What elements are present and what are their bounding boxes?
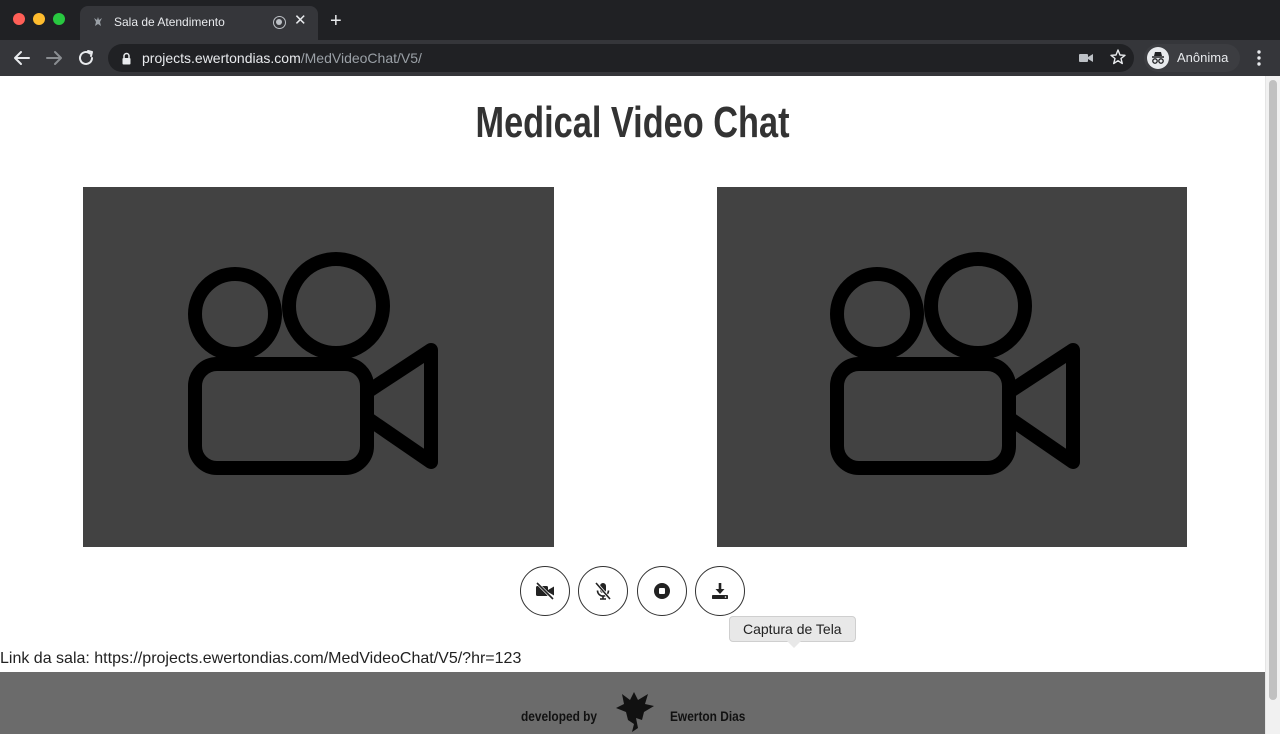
url-path: /MedVideoChat/V5/ [300,50,422,66]
lock-icon [122,52,131,65]
footer-author: Ewerton Dias [670,708,746,724]
toggle-microphone-button[interactable] [578,566,628,616]
footer-developed-by: developed by [521,708,598,724]
new-tab-button[interactable]: + [330,10,342,32]
browser-menu-icon[interactable] [1253,49,1265,67]
incognito-profile-button[interactable]: Anônima [1144,44,1240,72]
incognito-icon [1147,47,1169,69]
room-link-url[interactable]: https://projects.ewertondias.com/MedVide… [94,650,521,667]
footer: developed by Ewerton Dias [0,672,1265,734]
scrollbar-thumb[interactable] [1269,80,1277,700]
window-close-button[interactable] [13,13,25,25]
room-link: Link da sala: https://projects.ewertondi… [0,650,521,668]
profile-label: Anônima [1177,50,1229,65]
screenshot-tooltip: Captura de Tela [729,616,856,642]
tooltip-arrow [787,641,801,648]
video-camera-placeholder-icon [830,252,1080,475]
url-host: projects.ewertondias.com [142,50,301,66]
address-bar[interactable]: projects.ewertondias.com/MedVideoChat/V5… [108,44,1134,72]
url-text: projects.ewertondias.com/MedVideoChat/V5… [142,50,422,66]
room-link-label: Link da sala: [0,650,95,667]
page-scrollbar[interactable] [1265,76,1280,734]
back-arrow-icon[interactable] [11,47,33,69]
window-zoom-button[interactable] [53,13,65,25]
tab-close-button[interactable]: ✕ [294,12,307,30]
page-title: Medical Video Chat [475,98,790,147]
video-off-icon [535,581,555,601]
download-recording-button[interactable] [695,566,745,616]
dragon-favicon-icon [94,17,102,26]
stop-icon [654,583,670,599]
window-minimize-button[interactable] [33,13,45,25]
video-camera-placeholder-icon [188,252,438,475]
bookmark-star-icon[interactable] [1109,48,1127,66]
dragon-logo-icon [616,692,654,732]
remote-video [717,187,1187,547]
browser-tab[interactable]: Sala de Atendimento ✕ [80,6,318,40]
page-viewport: Medical Video Chat Link da sala: https:/… [0,76,1280,734]
mic-off-icon [594,582,612,600]
download-icon [712,583,728,599]
reload-icon[interactable] [75,47,97,69]
toggle-camera-button[interactable] [520,566,570,616]
forward-arrow-icon[interactable] [43,47,65,69]
tab-recording-icon [273,16,286,29]
browser-titlebar: Sala de Atendimento ✕ + [0,0,1280,40]
camera-in-use-icon[interactable] [1078,51,1094,65]
browser-toolbar: projects.ewertondias.com/MedVideoChat/V5… [0,40,1280,76]
stop-recording-button[interactable] [637,566,687,616]
tab-title: Sala de Atendimento [114,15,225,29]
local-video [83,187,554,547]
